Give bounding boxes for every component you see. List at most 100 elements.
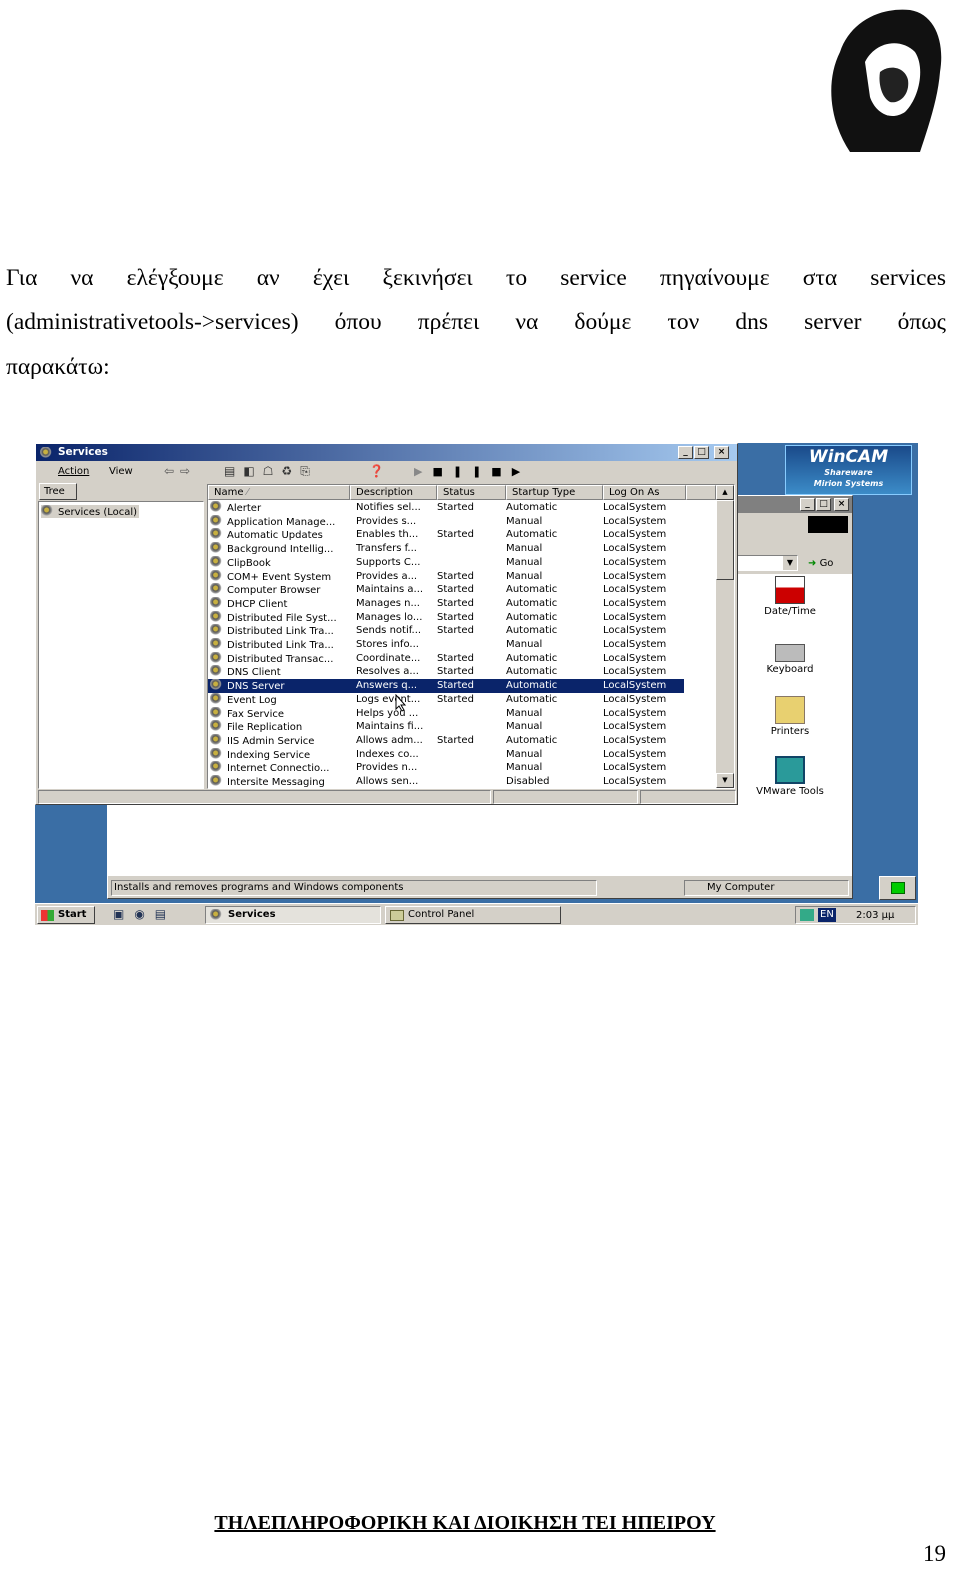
vertical-scrollbar[interactable]: ▲ ▼ (716, 485, 734, 788)
column-header-name[interactable]: Name ⁄ (208, 485, 350, 500)
service-logon: LocalSystem (603, 652, 667, 664)
help-icon[interactable]: ❓ (369, 464, 384, 478)
service-row[interactable]: Distributed File Syst... Manages lo... Sta… (208, 610, 716, 625)
minimize-button[interactable]: _ (800, 498, 815, 511)
gear-icon (210, 528, 224, 540)
datetime-item[interactable]: Date/Time (740, 576, 840, 617)
gear-icon (210, 720, 224, 732)
gear-icon (210, 665, 224, 677)
service-status: Started (437, 570, 474, 582)
column-header-status[interactable]: Status (437, 485, 506, 500)
taskbar-button-control-panel[interactable]: Control Panel (385, 906, 561, 924)
service-row[interactable]: Background Intellig... Transfers f... Manu… (208, 542, 716, 556)
network-icon (800, 909, 814, 921)
service-name: Background Intellig... (210, 542, 333, 557)
calendar-clock-icon (775, 576, 805, 604)
dropdown-arrow-icon[interactable]: ▼ (783, 556, 797, 570)
service-row[interactable]: COM+ Event System Provides a... Started Man… (208, 569, 716, 584)
service-status: Started (437, 529, 474, 541)
service-row[interactable]: Fax Service Helps you ... Manual LocalSyste… (208, 706, 716, 721)
service-description: Helps you ... (356, 707, 419, 719)
service-startup-type: Automatic (506, 666, 558, 678)
service-name: Distributed Link Tra... (210, 638, 334, 653)
service-status: Started (437, 584, 474, 596)
service-status: Started (437, 502, 474, 513)
service-description: Maintains fi... (356, 721, 424, 733)
service-row[interactable]: DNS Server Answers q... Started Automatic Lo… (208, 679, 684, 693)
service-row[interactable]: Internet Connectio... Provides n... Manual… (208, 761, 716, 775)
minimize-button[interactable]: _ (678, 446, 693, 459)
service-status: Started (437, 693, 474, 705)
service-name: Computer Browser (210, 583, 320, 598)
service-logon: LocalSystem (603, 515, 667, 527)
printers-item[interactable]: Printers (740, 696, 840, 737)
language-indicator[interactable]: EN (818, 908, 836, 922)
maximize-button[interactable]: □ (816, 498, 831, 511)
column-header-log-on-as[interactable]: Log On As (603, 485, 686, 500)
service-row[interactable]: Indexing Service Indexes co... Manual Local… (208, 747, 716, 762)
service-description: Provides n... (356, 762, 418, 774)
service-row[interactable]: IIS Admin Service Allows adm... Started Aut… (208, 733, 716, 748)
service-row[interactable]: DHCP Client Manages n... Started Automatic L… (208, 596, 716, 611)
status-bar-pane-2 (493, 790, 638, 804)
vmware-icon (775, 756, 805, 784)
scroll-thumb (716, 500, 734, 580)
service-row[interactable]: Intersite Messaging Allows sen... Disabled… (208, 775, 716, 788)
service-logon: LocalSystem (603, 556, 667, 568)
column-header-startup-type[interactable]: Startup Type (506, 485, 603, 500)
keyboard-item[interactable]: Keyboard (740, 636, 840, 675)
gear-icon (210, 706, 224, 718)
menu-action[interactable]: Action (58, 464, 89, 480)
close-button[interactable]: × (834, 498, 849, 511)
vmware-tools-item[interactable]: VMware Tools (740, 756, 840, 797)
service-row[interactable]: Application Manage... Provides s... Manual… (208, 514, 716, 530)
maximize-button[interactable]: □ (694, 446, 709, 459)
service-row[interactable]: Distributed Link Tra... Stores info... Man… (208, 638, 716, 652)
service-status: Started (437, 680, 474, 692)
service-control-buttons[interactable]: ▶■❚❚■▶ (414, 465, 530, 478)
service-row[interactable]: File Replication Maintains fi... Manual Loc… (208, 720, 716, 734)
gear-icon (210, 569, 224, 581)
tab-tree[interactable]: Tree (39, 483, 77, 500)
toolbar-icons[interactable]: ▤◧☖♻⎘ (224, 464, 318, 479)
status-text: Installs and removes programs and Window… (111, 880, 597, 896)
back-forward-buttons[interactable]: ⇦⇨ (164, 464, 196, 478)
service-row[interactable]: ClipBook Supports C... Manual LocalSystem (208, 555, 716, 570)
service-row[interactable]: Event Log Logs event... Started Automatic Lo… (208, 692, 716, 707)
service-description: Maintains a... (356, 584, 424, 596)
service-startup-type: Automatic (506, 734, 558, 746)
service-row[interactable]: Alerter Notifies sel... Started Automatic Lo… (208, 501, 716, 515)
page-number: 19 (923, 1541, 946, 1566)
column-header-description[interactable]: Description (350, 485, 437, 500)
service-startup-type: Automatic (506, 625, 558, 637)
service-row[interactable]: Distributed Link Tra... Sends notif... Sta… (208, 624, 716, 638)
service-row[interactable]: Distributed Transac... Coordinate... Start… (208, 651, 716, 666)
gear-icon (210, 692, 224, 704)
embedded-screenshot: WinCAM Shareware Mirion Systems _ □ × ▼ … (35, 443, 918, 925)
service-startup-type: Automatic (506, 652, 558, 664)
service-row[interactable]: Computer Browser Maintains a... Started Aut… (208, 583, 716, 597)
go-button[interactable]: ➜ Go (808, 556, 833, 572)
service-status: Started (437, 734, 474, 746)
gear-icon (210, 542, 224, 554)
service-description: Manages lo... (356, 611, 423, 623)
gear-icon (210, 651, 224, 663)
address-bar[interactable]: ▼ (728, 555, 798, 571)
quick-launch-icons[interactable]: ▣◉▤ (113, 907, 176, 921)
taskbar-button-services[interactable]: Services (205, 906, 381, 924)
service-logon: LocalSystem (603, 748, 667, 760)
status-location: My Computer (684, 880, 849, 896)
clock[interactable]: 2:03 μμ (856, 908, 894, 923)
control-panel-icon (390, 910, 404, 921)
system-tray: EN 2:03 μμ (795, 906, 916, 924)
service-row[interactable]: DNS Client Resolves a... Started Automatic L… (208, 665, 716, 679)
close-button[interactable]: × (714, 446, 729, 459)
service-status: Started (437, 625, 474, 637)
service-logon: LocalSystem (603, 584, 667, 596)
menu-view[interactable]: View (109, 464, 133, 480)
service-row[interactable]: Automatic Updates Enables th... Started Aut… (208, 528, 716, 542)
service-name: Application Manage... (210, 514, 335, 530)
start-button[interactable]: Start (37, 906, 95, 924)
status-bar-pane-1 (38, 790, 491, 804)
tree-item-services-local[interactable]: Services (Local) (41, 505, 140, 518)
